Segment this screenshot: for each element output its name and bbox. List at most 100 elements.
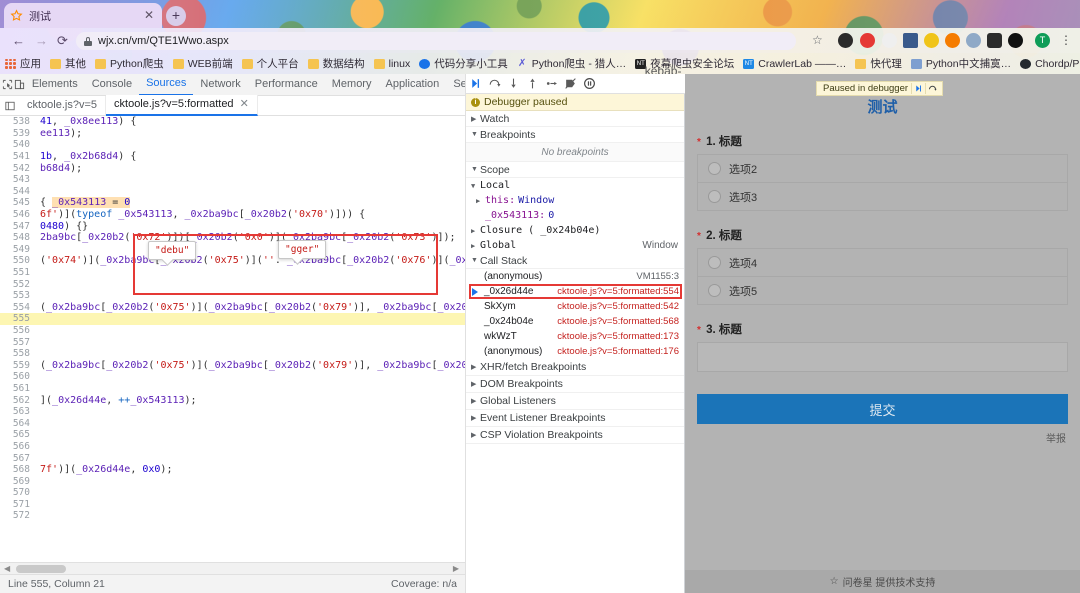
radio-option[interactable]: 选项2 (698, 155, 1067, 183)
adblock-extension-icon[interactable] (860, 33, 875, 48)
paused-overlay-text: Paused in debugger (823, 83, 909, 94)
extension-icon-6[interactable] (945, 33, 960, 48)
tab-elements[interactable]: Elements (25, 74, 85, 95)
tooltip-gger: "gger" (278, 240, 327, 259)
code-line: 551 (0, 267, 465, 279)
radio-option[interactable]: 选项4 (698, 249, 1067, 277)
bookmark-item[interactable]: WEB前端 (172, 56, 233, 71)
extension-icon-5[interactable] (924, 33, 939, 48)
bookmark-item[interactable]: Python中文捕寞… (910, 56, 1011, 71)
chevron-right-icon: ▶ (471, 226, 476, 235)
chrome-menu-icon[interactable]: ⋮ (1060, 32, 1072, 48)
browser-tab[interactable]: 测试 ✕ (4, 3, 162, 28)
extension-icon-4[interactable] (903, 33, 918, 48)
step-out-icon[interactable] (523, 74, 542, 93)
tab-memory[interactable]: Memory (325, 74, 379, 95)
section-global-listeners[interactable]: ▶ Global Listeners (466, 393, 684, 410)
section-scope[interactable]: ▼ Scope (466, 162, 684, 178)
extension-icon-9[interactable] (1008, 33, 1023, 48)
call-stack-row[interactable]: (anonymous) VM1155:3 (466, 269, 684, 284)
new-tab-button[interactable]: + (166, 6, 186, 26)
scrollbar-thumb[interactable] (16, 564, 66, 573)
section-dom-breakpoints[interactable]: ▶ DOM Breakpoints (466, 376, 684, 393)
section-call-stack[interactable]: ▼ Call Stack (466, 253, 684, 269)
resume-script-icon[interactable] (466, 74, 485, 93)
submit-button[interactable]: 提交 (697, 394, 1068, 424)
call-stack-row[interactable]: _0x24b04e cktoole.js?v=5:formatted:568 (466, 314, 684, 329)
extension-icon-7[interactable] (966, 33, 981, 48)
bookmark-label: 数据结构 (322, 58, 365, 70)
tab-network[interactable]: Network (193, 74, 247, 95)
bookmark-item[interactable]: Python爬虫 (95, 56, 164, 71)
line-number: 572 (12, 510, 30, 522)
radio-button-icon[interactable] (708, 162, 721, 175)
extension-icon-3[interactable] (882, 33, 897, 48)
radio-button-icon[interactable] (708, 284, 721, 297)
section-label: DOM Breakpoints (480, 378, 563, 390)
step-over-icon[interactable] (485, 74, 504, 93)
section-csp-violation-breakpoints[interactable]: ▶ CSP Violation Breakpoints (466, 427, 684, 444)
bookmark-item[interactable]: 代码分享小工具 (419, 56, 508, 71)
bookmark-apps[interactable]: 应用 (5, 56, 41, 71)
step-into-icon[interactable] (504, 74, 523, 93)
bookmark-item[interactable]: ✗ Python爬虫 - 猎人… (517, 56, 626, 71)
bookmark-item[interactable]: 快代理 (855, 56, 902, 71)
navigator-toggle-icon[interactable] (0, 97, 19, 115)
bookmark-item[interactable]: Chordp/PDD-login (1020, 58, 1080, 70)
report-link[interactable]: 举报 (685, 430, 1066, 445)
text-answer-input[interactable] (697, 342, 1068, 372)
source-code-editor[interactable]: 538 41, _0x8ee113) { 539 ee113); 540 541 1b… (0, 116, 465, 593)
bookmark-star-icon[interactable]: ☆ (812, 33, 823, 47)
bookmark-item[interactable]: 数据结构 (307, 56, 365, 71)
scroll-left-icon[interactable]: ◀ (4, 564, 10, 573)
extension-icon-1[interactable] (838, 33, 853, 48)
section-xhr-breakpoints[interactable]: ▶ XHR/fetch Breakpoints (466, 359, 684, 376)
reload-icon[interactable]: ⟳ (54, 32, 71, 49)
tab-application[interactable]: Application (378, 74, 446, 95)
address-bar[interactable]: wjx.cn/vm/QTE1Wwo.aspx (76, 32, 796, 50)
section-watch[interactable]: ▶ Watch (466, 111, 684, 127)
call-stack-row[interactable]: SkXym cktoole.js?v=5:formatted:542 (466, 299, 684, 314)
step-icon[interactable] (542, 74, 561, 93)
tab-sources[interactable]: Sources (139, 73, 194, 96)
back-icon[interactable]: ← (10, 32, 27, 49)
overlay-step-over-icon[interactable] (925, 83, 939, 94)
profile-avatar[interactable]: T (1035, 33, 1050, 48)
tab-performance[interactable]: Performance (248, 74, 325, 95)
deactivate-breakpoints-icon[interactable] (561, 74, 580, 93)
debugger-sidebar: i Debugger paused ▶ Watch ▼ Breakpoints … (465, 94, 684, 593)
file-tab-cktoole[interactable]: cktoole.js?v=5 (19, 96, 107, 115)
device-toolbar-icon[interactable] (13, 76, 24, 94)
call-stack-row[interactable]: (anonymous) cktoole.js?v=5:formatted:176 (466, 344, 684, 359)
section-breakpoints[interactable]: ▼ Breakpoints (466, 127, 684, 143)
scope-entry-this[interactable]: ▶ this: Window (466, 193, 684, 208)
section-event-listener-breakpoints[interactable]: ▶ Event Listener Breakpoints (466, 410, 684, 427)
radio-option[interactable]: 选项5 (698, 277, 1067, 304)
extension-icon-8[interactable] (987, 33, 1002, 48)
tab-close-icon[interactable]: ✕ (142, 8, 156, 23)
radio-option[interactable]: 选项3 (698, 183, 1067, 210)
bookmark-item[interactable]: linux (373, 58, 410, 70)
pause-on-exceptions-icon[interactable] (580, 74, 599, 93)
bookmark-item[interactable]: 个人平台 (241, 56, 299, 71)
bookmark-item[interactable]: NT CrawlerLab ——… (743, 58, 846, 70)
option-label: 选项4 (729, 257, 758, 270)
file-tab-cktoole-formatted[interactable]: cktoole.js?v=5:formatted ✕ (106, 95, 258, 116)
bookmark-item[interactable]: 其他 (50, 56, 86, 71)
code-line: 543 (0, 174, 465, 186)
scope-local[interactable]: ▼ Local (466, 178, 684, 193)
scope-global[interactable]: ▶ Global Window (466, 238, 684, 253)
radio-button-icon[interactable] (708, 256, 721, 269)
scope-closure[interactable]: ▶ Closure ( _0x24b04e) (466, 223, 684, 238)
tab-console[interactable]: Console (85, 74, 139, 95)
inspect-element-icon[interactable] (2, 76, 13, 94)
radio-button-icon[interactable] (708, 190, 721, 203)
overlay-resume-icon[interactable] (911, 83, 925, 94)
required-marker: * (697, 137, 701, 148)
editor-horizontal-scrollbar[interactable]: ◀ ▶ (0, 562, 465, 574)
call-stack-row[interactable]: wkWzT cktoole.js?v=5:formatted:173 (466, 329, 684, 344)
web-page-content: Paused in debugger 测试 * 1. 标题 选项2 选项3 * … (685, 74, 1080, 593)
forward-icon[interactable]: → (33, 32, 50, 49)
file-tab-close-icon[interactable]: ✕ (240, 95, 249, 114)
scroll-right-icon[interactable]: ▶ (453, 564, 459, 573)
